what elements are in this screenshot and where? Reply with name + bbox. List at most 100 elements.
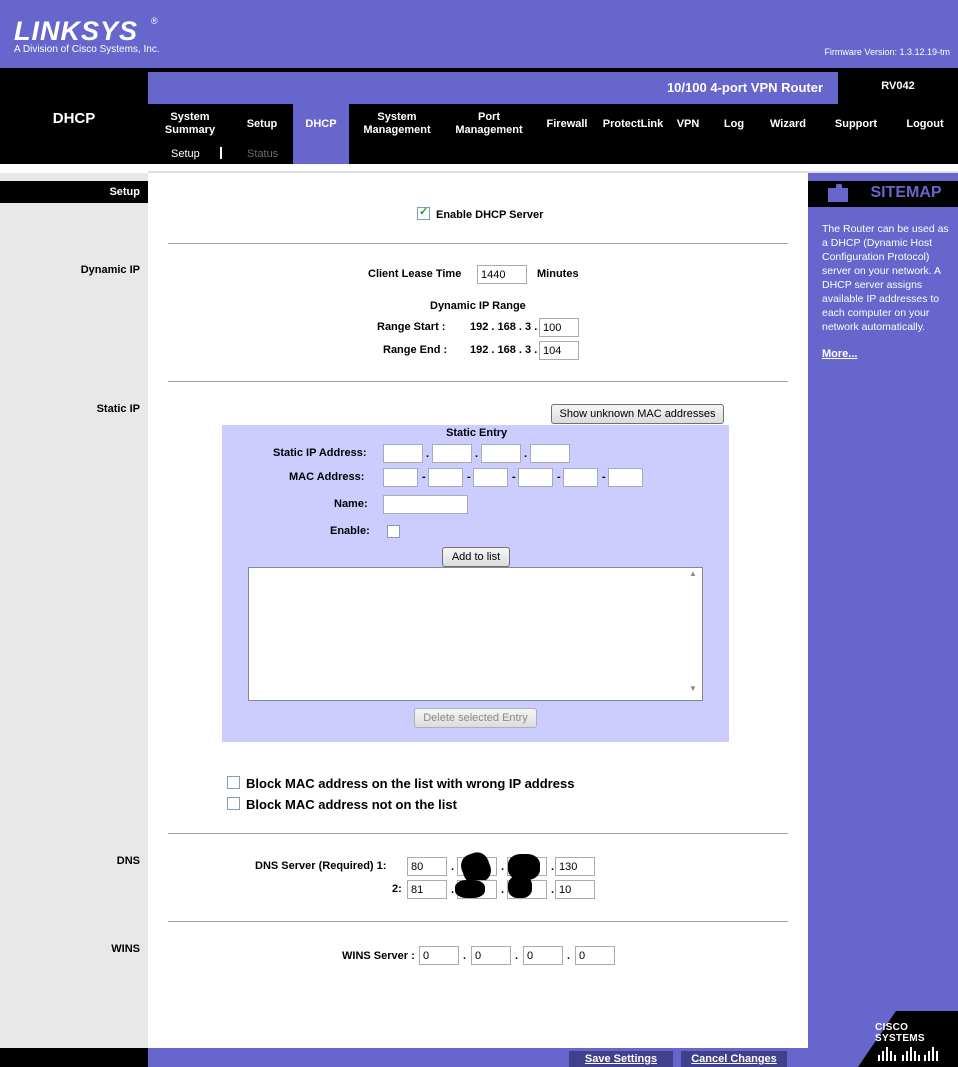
dns2-label: 2: [392, 883, 402, 895]
static-ip-octet-1[interactable] [383, 444, 423, 463]
mac-octet-3[interactable] [473, 468, 508, 487]
static-enable-label: Enable: [330, 525, 370, 537]
ip-dot: . [451, 861, 455, 873]
wins-octet-4[interactable] [575, 946, 615, 965]
dns1-octet-1[interactable] [407, 857, 447, 876]
ip-dot: . [426, 448, 430, 460]
add-to-list-button[interactable]: Add to list [442, 547, 510, 567]
divider [168, 921, 788, 922]
nav-protectlink[interactable]: ProtectLink [598, 104, 668, 144]
section-label-dynamic-ip: Dynamic IP [80, 264, 140, 276]
scroll-up-arrow-icon[interactable]: ▲ [686, 569, 700, 583]
puzzle-icon [828, 184, 848, 202]
block-wrong-ip-label: Block MAC address on the list with wrong… [246, 776, 575, 791]
lease-time-label: Client Lease Time [368, 268, 462, 280]
scroll-down-arrow-icon[interactable]: ▼ [686, 684, 700, 698]
ip-dot: . [451, 884, 455, 896]
static-ip-label: Static IP Address: [273, 447, 367, 459]
redaction-mark [508, 876, 532, 898]
block-not-on-list-checkbox[interactable] [227, 797, 240, 810]
nav-system-management[interactable]: System Management [354, 104, 440, 144]
section-label-static-ip: Static IP [96, 403, 140, 415]
nav-support[interactable]: Support [826, 104, 886, 144]
nav-dhcp[interactable]: DHCP [293, 104, 349, 144]
ip-dot: . [475, 448, 479, 460]
ip-dot: . [515, 950, 519, 962]
static-ip-octet-2[interactable] [432, 444, 472, 463]
cisco-systems-wordmark: CISCO SYSTEMS [875, 1022, 925, 1044]
mac-octet-2[interactable] [428, 468, 463, 487]
section-label-dns: DNS [116, 855, 140, 867]
dns1-label: DNS Server (Required) 1: [255, 860, 387, 872]
ip-dot: . [551, 884, 555, 896]
dns2-octet-4[interactable] [555, 880, 595, 899]
range-end-label: Range End : [383, 344, 448, 356]
page-title: DHCP [52, 110, 96, 127]
sitemap-title: SITEMAP [870, 184, 942, 201]
mac-octet-1[interactable] [383, 468, 418, 487]
nav-system-summary[interactable]: System Summary [154, 104, 226, 144]
static-entry-title: Static Entry [446, 427, 508, 439]
range-start-input[interactable] [539, 318, 579, 337]
ip-dot: . [501, 884, 505, 896]
ip-dot: . [567, 950, 571, 962]
lease-time-input[interactable] [477, 265, 527, 284]
nav-log[interactable]: Log [716, 104, 752, 144]
sitemap-description: The Router can be used as a DHCP (Dynami… [822, 223, 949, 333]
nav-logout[interactable]: Logout [896, 104, 954, 144]
linksys-logo: LINKSYS [14, 16, 139, 46]
subnav-status[interactable]: Status [247, 148, 278, 160]
static-name-input[interactable] [383, 495, 468, 514]
divider [168, 381, 788, 382]
dns1-octet-4[interactable] [555, 857, 595, 876]
subnav-setup[interactable]: Setup [171, 148, 200, 160]
logo-subtitle: A Division of Cisco Systems, Inc. [14, 44, 160, 55]
show-unknown-mac-button[interactable]: Show unknown MAC addresses [551, 404, 724, 424]
ip-dot: . [501, 861, 505, 873]
mac-dash: - [602, 471, 606, 483]
wins-octet-1[interactable] [419, 946, 459, 965]
mac-octet-5[interactable] [563, 468, 598, 487]
lease-time-unit: Minutes [537, 268, 579, 280]
logo-registered-mark: ® [151, 16, 158, 26]
range-end-prefix: 192 . 168 . 3 . [470, 344, 538, 356]
wins-octet-3[interactable] [523, 946, 563, 965]
main-nav: System Summary Setup DHCP System Managem… [148, 104, 958, 144]
section-label-column [0, 173, 148, 1067]
section-label-wins: WINS [111, 943, 140, 955]
nav-port-management[interactable]: Port Management [446, 104, 532, 144]
static-ip-octet-4[interactable] [530, 444, 570, 463]
sitemap-more-link[interactable]: More... [822, 348, 857, 360]
ip-dot: . [524, 448, 528, 460]
mac-dash: - [467, 471, 471, 483]
cancel-changes-button[interactable]: Cancel Changes [681, 1051, 787, 1067]
header-gap [0, 164, 958, 171]
section-label-setup: Setup [109, 186, 140, 198]
left-footer [0, 1048, 148, 1067]
static-ip-octet-3[interactable] [481, 444, 521, 463]
mac-dash: - [512, 471, 516, 483]
nav-wizard[interactable]: Wizard [762, 104, 814, 144]
enable-dhcp-checkbox[interactable] [417, 205, 430, 220]
range-end-input[interactable] [539, 341, 579, 360]
wins-octet-2[interactable] [471, 946, 511, 965]
mac-octet-4[interactable] [518, 468, 553, 487]
sub-nav-active-bg [293, 144, 349, 164]
dns2-octet-1[interactable] [407, 880, 447, 899]
subnav-separator [220, 147, 222, 159]
nav-firewall[interactable]: Firewall [541, 104, 593, 144]
enable-dhcp-label: Enable DHCP Server [436, 209, 544, 221]
static-enable-checkbox[interactable] [387, 525, 400, 538]
nav-setup[interactable]: Setup [238, 104, 286, 144]
delete-entry-button[interactable]: Delete selected Entry [414, 708, 537, 728]
mac-octet-6[interactable] [608, 468, 643, 487]
product-name: 10/100 4-port VPN Router [666, 80, 823, 95]
nav-vpn[interactable]: VPN [672, 104, 704, 144]
model-name: RV042 [881, 80, 915, 92]
divider [168, 833, 788, 834]
top-banner [0, 0, 958, 68]
static-entry-list[interactable] [248, 567, 703, 701]
save-settings-button[interactable]: Save Settings [569, 1051, 673, 1067]
block-wrong-ip-checkbox[interactable] [227, 776, 240, 789]
mac-dash: - [557, 471, 561, 483]
